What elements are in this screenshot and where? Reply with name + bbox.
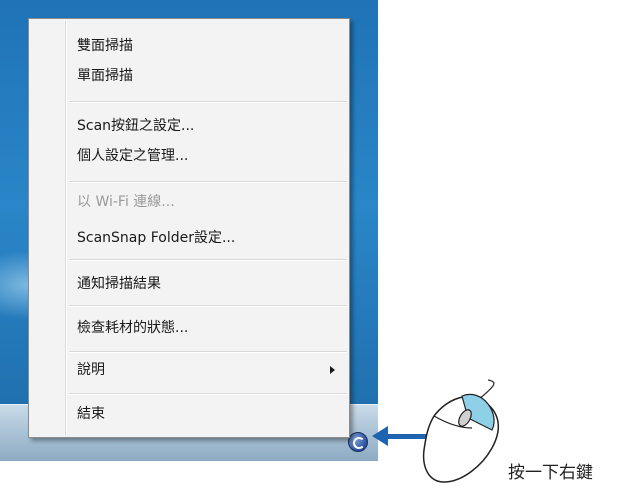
menu-separator (69, 259, 347, 261)
right-click-caption: 按一下右鍵 (508, 463, 593, 483)
context-menu: 雙面掃描 單面掃描 Scan按鈕之設定... 個人設定之管理... 以 Wi-F… (28, 18, 350, 438)
menu-item-label: ScanSnap Folder設定... (77, 230, 236, 246)
menu-item-label: 結束 (77, 406, 105, 422)
menu-item-profile-management[interactable]: 個人設定之管理... (33, 143, 345, 169)
menu-separator (69, 305, 347, 307)
menu-item-exit[interactable]: 結束 (33, 401, 345, 427)
pointer-arrow-icon (372, 426, 388, 446)
menu-separator (69, 101, 347, 103)
menu-separator (69, 181, 347, 183)
scansnap-manager-icon[interactable] (348, 432, 368, 452)
menu-item-simplex-scan[interactable]: 單面掃描 (33, 63, 345, 89)
submenu-arrow-icon (330, 366, 335, 374)
menu-item-label: 檢查耗材的狀態... (77, 320, 189, 336)
menu-item-label: Scan按鈕之設定... (77, 118, 195, 134)
menu-item-label: 單面掃描 (77, 68, 133, 84)
menu-item-label: 說明 (77, 362, 105, 378)
menu-item-label: 個人設定之管理... (77, 148, 189, 164)
menu-item-scan-button-settings[interactable]: Scan按鈕之設定... (33, 113, 345, 139)
menu-item-check-consumables[interactable]: 檢查耗材的狀態... (33, 315, 345, 341)
mouse-right-click-icon (422, 379, 500, 483)
menu-item-scan-notification[interactable]: 通知掃描結果 (33, 271, 345, 297)
menu-item-help[interactable]: 說明 (33, 357, 345, 383)
menu-item-scansnap-folder-settings[interactable]: ScanSnap Folder設定... (33, 225, 345, 251)
menu-item-label: 通知掃描結果 (77, 276, 161, 292)
menu-separator (69, 393, 347, 395)
menu-item-duplex-scan[interactable]: 雙面掃描 (33, 33, 345, 59)
menu-separator (69, 351, 347, 353)
menu-item-label: 以 Wi-Fi 連線... (77, 194, 175, 210)
menu-item-label: 雙面掃描 (77, 38, 133, 54)
menu-item-wifi-connect: 以 Wi-Fi 連線... (33, 189, 345, 215)
